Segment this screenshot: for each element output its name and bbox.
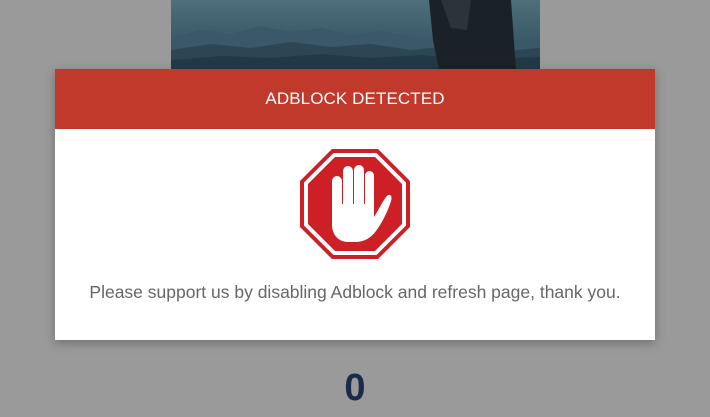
modal-message: Please support us by disabling Adblock a… (89, 282, 621, 302)
landscape-image (171, 0, 540, 70)
modal-title: ADBLOCK DETECTED (265, 89, 445, 108)
modal-header: ADBLOCK DETECTED (55, 69, 655, 129)
stop-hand-icon (300, 149, 410, 259)
counter-value: 0 (344, 367, 366, 409)
background-hero-image (171, 0, 540, 70)
adblock-modal: ADBLOCK DETECTED Please support us by di… (55, 69, 655, 340)
